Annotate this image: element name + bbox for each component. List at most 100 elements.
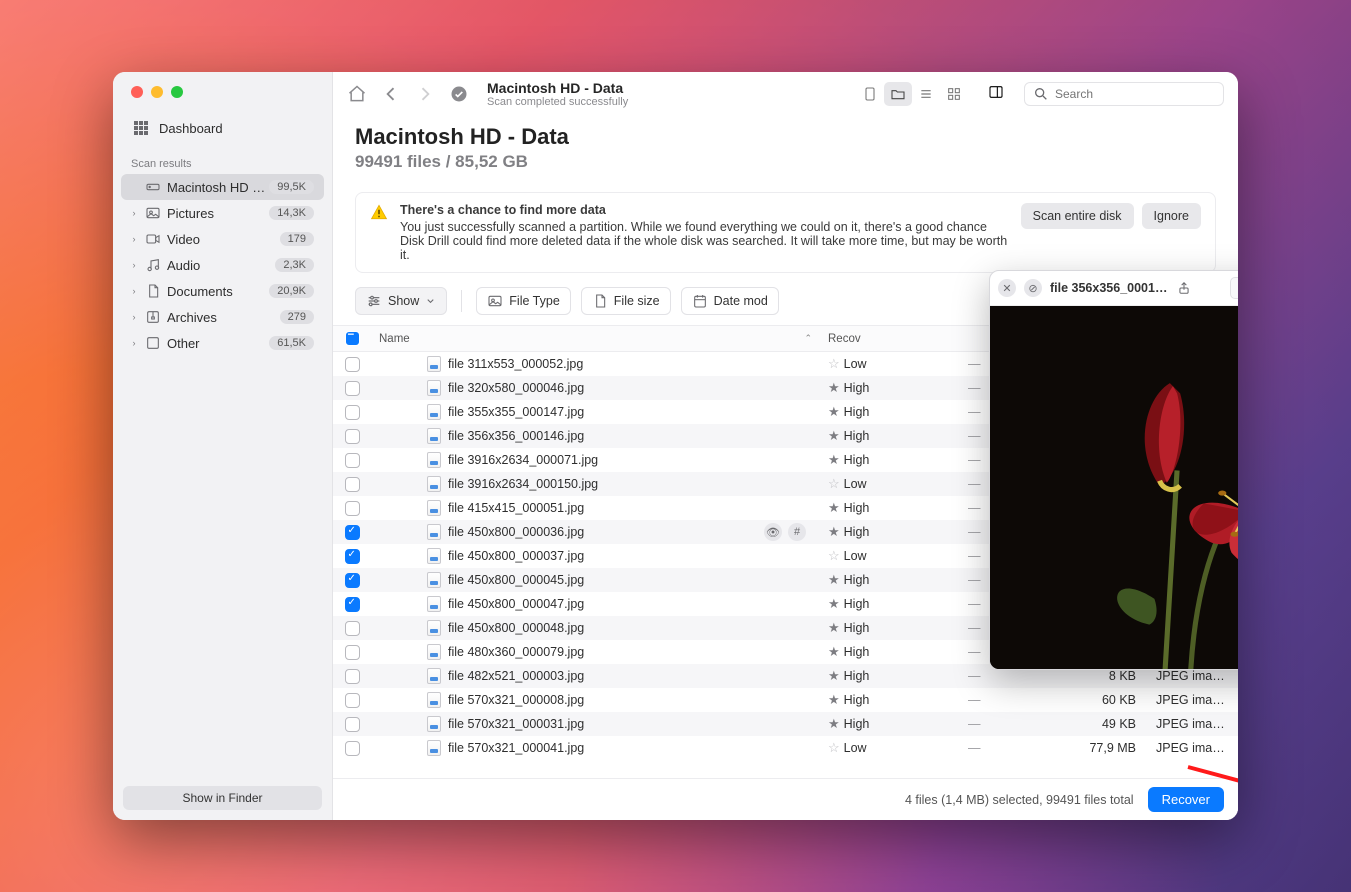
- jpeg-file-icon: [427, 572, 441, 588]
- sidebar-item-other[interactable]: › Other 61,5K: [121, 330, 324, 356]
- star-icon[interactable]: ☆: [828, 548, 840, 564]
- star-icon[interactable]: ☆: [828, 740, 840, 756]
- star-icon[interactable]: ★: [828, 524, 840, 540]
- preview-close-icon[interactable]: ✕: [998, 279, 1016, 297]
- preview-popover: ✕ ⊘ file 356x356_0001… Open with Preview: [989, 270, 1238, 670]
- row-checkbox[interactable]: [345, 573, 360, 588]
- open-with-preview-button[interactable]: Open with Preview: [1230, 277, 1238, 299]
- recover-button[interactable]: Recover: [1148, 787, 1224, 812]
- minimize-window-button[interactable]: [151, 86, 163, 98]
- jpeg-file-icon: [427, 428, 441, 444]
- jpeg-file-icon: [427, 476, 441, 492]
- info-banner: There's a chance to find more data You j…: [355, 192, 1216, 273]
- preview-block-icon[interactable]: ⊘: [1024, 279, 1042, 297]
- star-icon[interactable]: ★: [828, 668, 840, 684]
- row-checkbox[interactable]: [345, 357, 360, 372]
- forward-button[interactable]: [415, 84, 435, 104]
- sidebar-item-doc[interactable]: › Documents 20,9K: [121, 278, 324, 304]
- sidebar-item-drive[interactable]: Macintosh HD -… 99,5K: [121, 174, 324, 200]
- search-field[interactable]: [1024, 82, 1224, 106]
- star-icon[interactable]: ☆: [828, 476, 840, 492]
- sidebar-item-audio[interactable]: › Audio 2,3K: [121, 252, 324, 278]
- file-icon: [592, 293, 608, 309]
- row-checkbox[interactable]: [345, 669, 360, 684]
- row-checkbox[interactable]: [345, 501, 360, 516]
- file-name: file 3916x2634_000071.jpg: [448, 453, 598, 467]
- file-name: file 480x360_000079.jpg: [448, 645, 584, 659]
- table-row[interactable]: file 570x321_000041.jpg ☆Low — 77,9 MB J…: [333, 736, 1238, 760]
- view-grid-button[interactable]: [940, 82, 968, 106]
- date-modified-filter[interactable]: Date mod: [681, 287, 779, 315]
- back-button[interactable]: [381, 84, 401, 104]
- sliders-icon: [366, 293, 382, 309]
- star-icon[interactable]: ★: [828, 380, 840, 396]
- status-check-icon: [449, 84, 469, 104]
- star-icon[interactable]: ★: [828, 716, 840, 732]
- recovery-chance: High: [844, 717, 870, 731]
- row-checkbox[interactable]: [345, 477, 360, 492]
- star-icon[interactable]: ★: [828, 404, 840, 420]
- preview-eye-icon[interactable]: 👁: [764, 523, 782, 541]
- home-icon[interactable]: [347, 84, 367, 104]
- star-icon[interactable]: ★: [828, 452, 840, 468]
- col-name[interactable]: Name⌃: [371, 328, 820, 350]
- col-recovery[interactable]: Recov: [820, 328, 960, 350]
- share-icon[interactable]: [1175, 279, 1193, 297]
- star-icon[interactable]: ☆: [828, 356, 840, 372]
- hex-icon[interactable]: #: [788, 523, 806, 541]
- file-type-filter[interactable]: File Type: [476, 287, 571, 315]
- disclosure-icon: ›: [129, 312, 139, 322]
- row-checkbox[interactable]: [345, 621, 360, 636]
- sidebar-item-archive[interactable]: › Archives 279: [121, 304, 324, 330]
- view-tree-button[interactable]: [856, 82, 884, 106]
- close-window-button[interactable]: [131, 86, 143, 98]
- row-checkbox[interactable]: [345, 645, 360, 660]
- star-icon[interactable]: ★: [828, 620, 840, 636]
- search-input[interactable]: [1055, 87, 1215, 101]
- star-icon[interactable]: ★: [828, 692, 840, 708]
- ignore-button[interactable]: Ignore: [1142, 203, 1201, 229]
- star-icon[interactable]: ★: [828, 644, 840, 660]
- maximize-window-button[interactable]: [171, 86, 183, 98]
- row-checkbox[interactable]: [345, 453, 360, 468]
- scan-entire-disk-button[interactable]: Scan entire disk: [1021, 203, 1134, 229]
- row-checkbox[interactable]: [345, 741, 360, 756]
- row-checkbox[interactable]: [345, 717, 360, 732]
- select-all-checkbox[interactable]: [345, 331, 360, 346]
- row-checkbox[interactable]: [345, 525, 360, 540]
- show-in-finder-button[interactable]: Show in Finder: [123, 786, 322, 810]
- sidebar-item-video[interactable]: › Video 179: [121, 226, 324, 252]
- jpeg-file-icon: [427, 356, 441, 372]
- show-filter[interactable]: Show: [355, 287, 447, 315]
- recovery-chance: High: [844, 381, 870, 395]
- recovery-chance: Low: [844, 741, 867, 755]
- file-name: file 450x800_000048.jpg: [448, 621, 584, 635]
- file-size-filter[interactable]: File size: [581, 287, 671, 315]
- table-row[interactable]: file 570x321_000008.jpg ★High — 60 KB JP…: [333, 688, 1238, 712]
- jpeg-file-icon: [427, 668, 441, 684]
- star-icon[interactable]: ★: [828, 572, 840, 588]
- sidebar-item-image[interactable]: › Pictures 14,3K: [121, 200, 324, 226]
- star-icon[interactable]: ★: [828, 500, 840, 516]
- table-row[interactable]: file 570x321_000031.jpg ★High — 49 KB JP…: [333, 712, 1238, 736]
- row-checkbox[interactable]: [345, 549, 360, 564]
- row-checkbox[interactable]: [345, 381, 360, 396]
- toggle-preview-pane-button[interactable]: [988, 84, 1004, 105]
- view-folder-button[interactable]: [884, 82, 912, 106]
- view-list-button[interactable]: [912, 82, 940, 106]
- row-checkbox[interactable]: [345, 405, 360, 420]
- recovery-chance: High: [844, 525, 870, 539]
- sidebar-item-label: Archives: [167, 310, 217, 325]
- row-checkbox[interactable]: [345, 597, 360, 612]
- sidebar-item-label: Other: [167, 336, 200, 351]
- row-checkbox[interactable]: [345, 693, 360, 708]
- disclosure-icon: ›: [129, 338, 139, 348]
- row-checkbox[interactable]: [345, 429, 360, 444]
- star-icon[interactable]: ★: [828, 428, 840, 444]
- dashboard-nav[interactable]: Dashboard: [113, 112, 332, 152]
- recovery-chance: Low: [844, 477, 867, 491]
- file-kind: JPEG ima…: [1148, 736, 1238, 760]
- star-icon[interactable]: ★: [828, 596, 840, 612]
- sidebar-item-label: Documents: [167, 284, 233, 299]
- disclosure-icon: ›: [129, 260, 139, 270]
